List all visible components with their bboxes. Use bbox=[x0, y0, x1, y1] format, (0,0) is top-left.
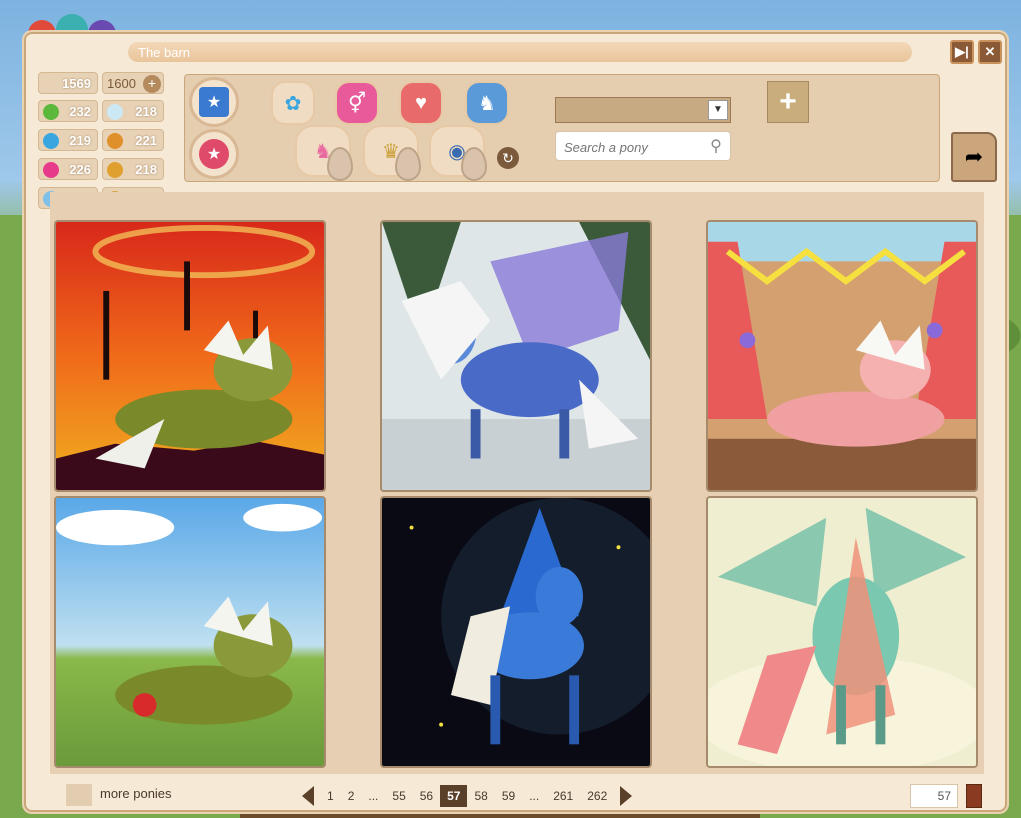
refresh-icon: ↻ bbox=[502, 150, 514, 166]
page-ellipsis: ... bbox=[368, 789, 379, 803]
more-ponies-checkbox[interactable] bbox=[66, 784, 92, 806]
drop-icon bbox=[327, 147, 353, 181]
refresh-button[interactable]: ↻ bbox=[497, 147, 519, 169]
pony-card[interactable] bbox=[54, 220, 326, 492]
tab-favorites[interactable]: ★ bbox=[189, 129, 239, 179]
page-ellipsis: ... bbox=[529, 789, 540, 803]
page-link[interactable]: 56 bbox=[413, 785, 440, 807]
pony-image bbox=[708, 498, 976, 766]
energy-stat: 1569 bbox=[38, 72, 98, 94]
page-link[interactable]: 55 bbox=[385, 785, 412, 807]
collapse-icon: ▶| bbox=[955, 44, 969, 59]
page-number-input[interactable] bbox=[910, 784, 958, 808]
go-to-page-button[interactable] bbox=[966, 784, 982, 808]
search-icon[interactable]: ⚲ bbox=[706, 136, 726, 156]
filter-unicorn-button[interactable]: ♞ bbox=[295, 125, 353, 181]
stat-hunger-value: 219 bbox=[69, 133, 91, 148]
page-link[interactable]: 59 bbox=[495, 785, 522, 807]
search-box: ⚲ bbox=[555, 131, 731, 161]
collapse-button[interactable]: ▶| bbox=[950, 40, 974, 64]
pony-image bbox=[56, 498, 324, 766]
stat-dressage-value: 218 bbox=[135, 162, 157, 177]
heart-ring-icon: ♥ bbox=[415, 91, 427, 114]
stat-health: 232 bbox=[38, 100, 98, 122]
pony-card[interactable] bbox=[380, 220, 652, 492]
drop-icon bbox=[461, 147, 487, 181]
stat-hygiene-value: 218 bbox=[135, 104, 157, 119]
chevron-down-icon[interactable]: ▼ bbox=[708, 100, 728, 120]
pony-card[interactable] bbox=[706, 496, 978, 768]
pony-card[interactable] bbox=[380, 496, 652, 768]
close-button[interactable]: ✕ bbox=[978, 40, 1002, 64]
pony-image bbox=[708, 222, 976, 490]
add-button[interactable]: + bbox=[767, 81, 809, 123]
filter-gender-button[interactable]: ⚥ bbox=[335, 81, 379, 125]
pony-card[interactable] bbox=[706, 220, 978, 492]
title-bar: The barn bbox=[128, 42, 912, 62]
filter-toolbar: ★ ★ ✿ ⚥ ♥ ♞ ♞ ♛ ◉ ↻ ▼ Search a pony ⚲ + bbox=[184, 74, 940, 182]
water-icon bbox=[43, 133, 59, 149]
pony-pair-icon: ♞ bbox=[478, 92, 496, 115]
star-icon: ★ bbox=[199, 139, 229, 169]
filter-all-button[interactable]: ✿ bbox=[271, 81, 315, 125]
pony-image bbox=[382, 222, 650, 490]
stat-health-value: 232 bbox=[69, 104, 91, 119]
more-ponies-label: more ponies bbox=[100, 786, 172, 801]
next-page-icon[interactable] bbox=[620, 786, 633, 806]
close-icon: ✕ bbox=[984, 44, 996, 59]
heart-icon bbox=[43, 162, 59, 178]
energy-value: 1569 bbox=[62, 76, 91, 91]
barn-window: The barn ▶| ✕ 1569 1600 + 232 218 219 22… bbox=[24, 32, 1007, 812]
move-pony-button[interactable]: ➦ bbox=[951, 132, 997, 182]
pagination: 1 2 ... 55 56 57 58 59 ... 261 262 bbox=[302, 784, 633, 808]
stat-love-value: 226 bbox=[69, 162, 91, 177]
filter-foals-button[interactable]: ♞ bbox=[465, 81, 509, 125]
paw-icon bbox=[107, 162, 123, 178]
pony-card[interactable] bbox=[54, 496, 326, 768]
add-energy-icon[interactable]: + bbox=[143, 75, 161, 93]
tab-folder[interactable]: ★ bbox=[189, 77, 239, 127]
energy-max-value: 1600 bbox=[107, 76, 136, 91]
flowers-icon: ✿ bbox=[284, 92, 302, 115]
pony-image bbox=[56, 222, 324, 490]
drop-icon bbox=[395, 147, 421, 181]
breed-select[interactable]: ▼ bbox=[555, 97, 731, 123]
apple-icon bbox=[43, 104, 59, 120]
stat-hygiene: 218 bbox=[102, 100, 164, 122]
speed-icon bbox=[107, 133, 123, 149]
stat-hunger: 219 bbox=[38, 129, 98, 151]
filter-eye-button[interactable]: ◉ bbox=[429, 125, 487, 181]
previous-page-icon[interactable] bbox=[302, 786, 314, 806]
current-page: 57 bbox=[440, 785, 468, 807]
energy-max-stat: 1600 + bbox=[102, 72, 164, 94]
pony-image bbox=[382, 498, 650, 766]
filter-love-button[interactable]: ♥ bbox=[399, 81, 443, 125]
page-link[interactable]: 1 bbox=[320, 785, 341, 807]
page-link[interactable]: 58 bbox=[467, 785, 494, 807]
search-input[interactable] bbox=[564, 138, 704, 156]
pony-folder-icon: ➦ bbox=[964, 144, 984, 169]
stat-love: 226 bbox=[38, 158, 98, 180]
page-link[interactable]: 262 bbox=[580, 785, 614, 807]
window-title: The barn bbox=[138, 45, 191, 60]
folder-star-icon: ★ bbox=[199, 87, 229, 117]
gender-icon: ⚥ bbox=[347, 92, 367, 115]
plus-icon: + bbox=[779, 85, 797, 118]
stat-dressage: 218 bbox=[102, 158, 164, 180]
page-link[interactable]: 2 bbox=[341, 785, 362, 807]
stat-speed-value: 221 bbox=[135, 133, 157, 148]
stat-speed: 221 bbox=[102, 129, 164, 151]
page-link[interactable]: 261 bbox=[546, 785, 580, 807]
cloud-icon bbox=[107, 104, 123, 120]
filter-trophy-button[interactable]: ♛ bbox=[363, 125, 421, 181]
